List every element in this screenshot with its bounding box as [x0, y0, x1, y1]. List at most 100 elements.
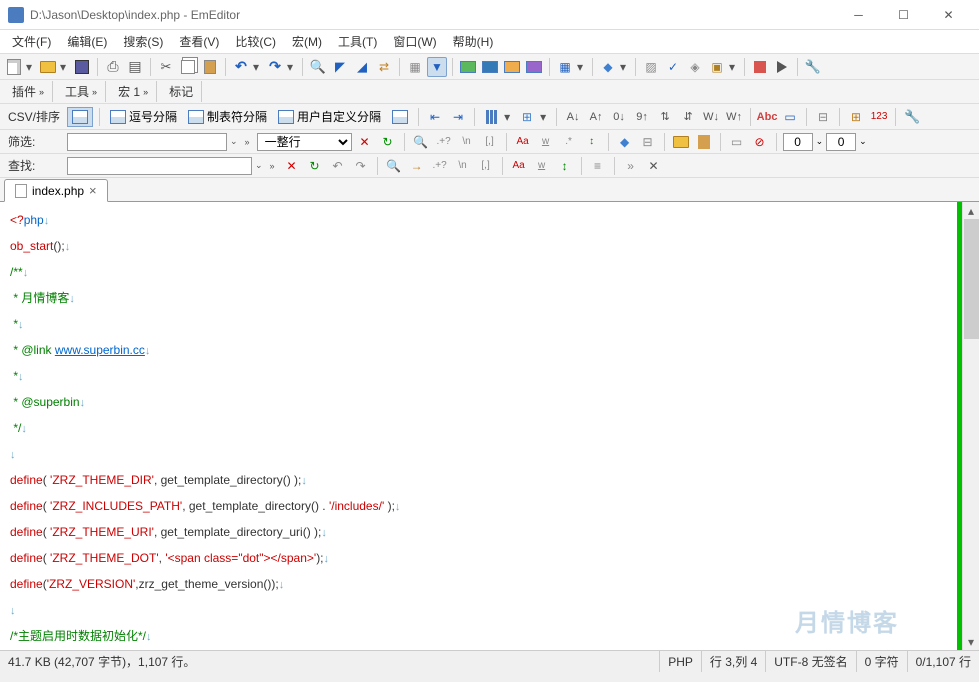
find-inc-button[interactable]: 🔍	[384, 156, 404, 176]
col-left-button[interactable]: ⇤	[425, 107, 445, 127]
marks-tab[interactable]: 标记	[161, 81, 202, 102]
tool3-button[interactable]: ◈	[685, 57, 705, 77]
filter-more-icon[interactable]: »	[245, 137, 250, 147]
redo-dropdown[interactable]: ▾	[287, 60, 297, 74]
columns-button[interactable]	[481, 107, 501, 127]
find-close-button[interactable]: ✕	[644, 156, 664, 176]
find-clear-button[interactable]: ✕	[282, 156, 302, 176]
replace-button[interactable]: ⇄	[374, 57, 394, 77]
tab-close-icon[interactable]: ×	[89, 183, 97, 198]
find-next-button[interactable]: ◢	[352, 57, 372, 77]
header-button[interactable]: ⊞	[517, 107, 537, 127]
scroll-up-button[interactable]: ▴	[963, 202, 979, 219]
extract-button[interactable]: ⊟	[813, 107, 833, 127]
view4-button[interactable]	[524, 57, 544, 77]
filter-dropdown-icon[interactable]: ⌄	[230, 136, 238, 147]
csv-normal-button[interactable]	[67, 107, 93, 127]
find-next2-button[interactable]: ↷	[351, 156, 371, 176]
scroll-down-button[interactable]: ▾	[963, 633, 979, 650]
filter-whole-button[interactable]: ↕	[582, 132, 602, 152]
filter-input[interactable]	[67, 133, 227, 151]
csv-tab-button[interactable]: 制表符分隔	[184, 106, 271, 127]
vertical-scrollbar[interactable]: ▴ ▾	[962, 202, 979, 650]
sort-za-button[interactable]: A↑	[586, 107, 606, 127]
save-button[interactable]	[72, 57, 92, 77]
filter-after-input[interactable]	[826, 133, 856, 151]
csv-more-button[interactable]	[388, 108, 412, 126]
filter-word-button[interactable]: w	[536, 132, 556, 152]
num-button[interactable]: 123	[869, 107, 889, 127]
tools-tab[interactable]: 工具»	[57, 81, 106, 102]
menu-help[interactable]: 帮助(H)	[445, 30, 502, 53]
tool4-button[interactable]: ▣	[707, 57, 727, 77]
filter-extract-button[interactable]: ⊟	[638, 132, 658, 152]
find-input[interactable]	[67, 157, 252, 175]
record-button[interactable]	[750, 57, 770, 77]
undo-dropdown[interactable]: ▾	[253, 60, 263, 74]
filter-bookmark-button[interactable]: ◆	[615, 132, 635, 152]
editor-content[interactable]: <?php↓ ob_start();↓ /**↓ * 月情博客↓ *↓ * @l…	[0, 202, 979, 650]
find-case2-button[interactable]: Aa	[509, 156, 529, 176]
menu-compare[interactable]: 比较(C)	[227, 30, 284, 53]
menu-file[interactable]: 文件(F)	[4, 30, 59, 53]
sort-az-button[interactable]: A↓	[563, 107, 583, 127]
filter-scope-select[interactable]: 一整行	[257, 133, 352, 151]
editor[interactable]: <?php↓ ob_start();↓ /**↓ * 月情博客↓ *↓ * @l…	[0, 202, 979, 650]
open-dropdown[interactable]: ▾	[60, 60, 70, 74]
sort-len2-button[interactable]: ⇵	[678, 107, 698, 127]
find-dropdown-icon[interactable]: ⌄	[255, 160, 263, 171]
status-enc[interactable]: UTF-8 无签名	[766, 651, 856, 672]
menu-view[interactable]: 查看(V)	[171, 30, 227, 53]
find-count-button[interactable]: ≡	[588, 156, 608, 176]
play-button[interactable]	[772, 57, 792, 77]
filter-bracket-button[interactable]: [,]	[480, 132, 500, 152]
tool2-button[interactable]: ✓	[663, 57, 683, 77]
filter-abort-button[interactable]: ⊘	[750, 132, 770, 152]
find-go-button[interactable]: →	[407, 156, 427, 176]
bookmark-dropdown[interactable]: ▾	[620, 60, 630, 74]
find-prev-button[interactable]: ◤	[330, 57, 350, 77]
filter-find-button[interactable]: 🔍	[411, 132, 431, 152]
filter-case-button[interactable]: Aa	[513, 132, 533, 152]
sort-90-button[interactable]: 9↑	[632, 107, 652, 127]
filter-button[interactable]: ▼	[427, 57, 447, 77]
stepper-icon[interactable]: ⌄	[859, 136, 867, 147]
copy-button[interactable]	[178, 57, 198, 77]
join-button[interactable]: ⊞	[846, 107, 866, 127]
csv-user-button[interactable]: 用户自定义分隔	[274, 106, 385, 127]
find-word2-button[interactable]: w	[532, 156, 552, 176]
sort-word2-button[interactable]: W↑	[724, 107, 744, 127]
view3-button[interactable]	[502, 57, 522, 77]
undo-button[interactable]: ↶	[231, 57, 251, 77]
filter-refresh-button[interactable]: ↻	[378, 132, 398, 152]
filter-save-button[interactable]	[694, 132, 714, 152]
stepper-icon[interactable]: ⌄	[816, 136, 824, 147]
find-more-icon[interactable]: »	[270, 161, 275, 171]
status-lang[interactable]: PHP	[660, 651, 702, 672]
tool1-button[interactable]: ▨	[641, 57, 661, 77]
macros-tab[interactable]: 宏 1»	[110, 81, 157, 102]
find-num2-button[interactable]: [,]	[476, 156, 496, 176]
view2-button[interactable]	[480, 57, 500, 77]
scroll-thumb[interactable]	[964, 219, 979, 339]
redo-button[interactable]: ↷	[265, 57, 285, 77]
plugins-tab[interactable]: 插件»	[4, 81, 53, 102]
filter-open-button[interactable]	[671, 132, 691, 152]
filter-regex-button[interactable]: .*	[559, 132, 579, 152]
find-wrap-button[interactable]: ↕	[555, 156, 575, 176]
menu-tools[interactable]: 工具(T)	[330, 30, 385, 53]
find-button[interactable]: 🔍	[308, 57, 328, 77]
file-tab[interactable]: index.php ×	[4, 179, 108, 202]
col-right-button[interactable]: ⇥	[448, 107, 468, 127]
grep-button[interactable]: ▦	[405, 57, 425, 77]
header-dropdown[interactable]: ▾	[540, 110, 550, 124]
sort-09-button[interactable]: 0↓	[609, 107, 629, 127]
filter-block-button[interactable]: ▭	[727, 132, 747, 152]
open-button[interactable]	[38, 57, 58, 77]
print-button[interactable]: ⎙	[103, 57, 123, 77]
filter-nl-button[interactable]: \n	[457, 132, 477, 152]
config-dropdown[interactable]: ▾	[577, 60, 587, 74]
columns-dropdown[interactable]: ▾	[504, 110, 514, 124]
csv-comma-button[interactable]: 逗号分隔	[106, 106, 181, 127]
csv-settings-button[interactable]: 🔧	[902, 107, 922, 127]
